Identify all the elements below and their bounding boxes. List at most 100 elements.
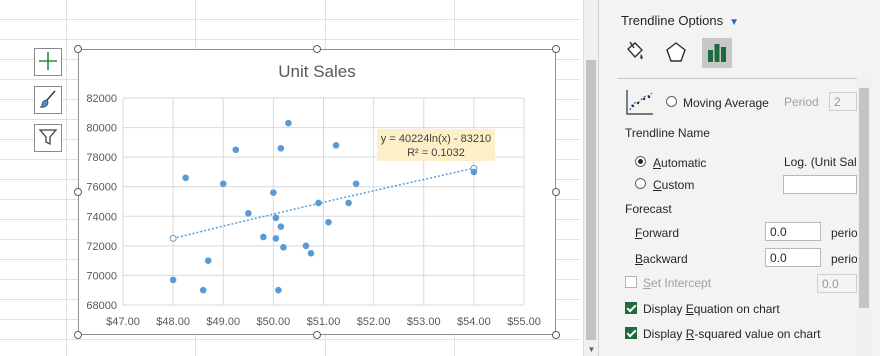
set-intercept-checkbox[interactable] [625,276,637,288]
chart-area[interactable]: Unit Sales 68000 70000 72000 74000 76000 7800… [78,49,556,335]
custom-name-input[interactable] [783,175,857,194]
resize-handle[interactable] [552,45,560,53]
x-tick-label: $55.00 [507,316,541,328]
filter-icon [38,127,58,150]
scatter-plot: 68000 70000 72000 74000 76000 78000 80000 82000… [86,93,541,328]
data-point [325,218,332,226]
y-tick-label: 82000 [86,93,117,105]
forward-unit: perio [831,226,858,240]
moving-average-label: Moving Average [683,96,769,110]
brush-icon [38,89,58,112]
pentagon-icon [664,40,688,67]
data-point [345,199,352,207]
y-tick-label: 76000 [86,182,117,194]
chart-filters-button[interactable] [34,124,62,152]
display-r-squared-checkbox[interactable] [625,327,637,339]
data-point [285,119,292,127]
y-tick-label: 70000 [86,270,117,282]
bar-chart-icon [705,40,729,67]
y-tick-label: 78000 [86,152,117,164]
x-tick-label: $50.00 [257,316,291,328]
pane-divider [617,78,857,79]
forward-label: Forward [635,226,680,240]
pane-title[interactable]: Trendline Options ▼ [621,13,739,28]
data-point [245,210,252,217]
format-trendline-pane: Trendline Options ▼ Moving Average Period… [598,0,880,356]
forward-input[interactable]: 0.0 [765,222,821,241]
fill-line-tab[interactable] [619,38,649,68]
x-tick-label: $54.00 [457,316,491,328]
data-point [272,235,280,242]
data-point [270,189,277,196]
x-tick-label: $51.00 [307,316,341,328]
data-point [277,223,285,230]
data-point [204,257,212,264]
sheet-vertical-scrollbar[interactable]: ▼ [583,0,598,356]
resize-handle[interactable] [74,331,82,339]
scroll-down-arrow-icon[interactable]: ▼ [584,344,599,356]
data-point [260,233,267,241]
set-intercept-label: Set Intercept [643,276,712,290]
custom-label: Custom [653,178,695,192]
forecast-heading: Forecast [625,202,672,216]
period-spinner[interactable]: 2 [829,92,857,111]
x-tick-label: $53.00 [407,316,441,328]
data-point [277,144,285,152]
x-tick-label: $49.00 [206,316,240,328]
moving-average-radio[interactable] [666,96,677,107]
scrollbar-thumb[interactable] [586,60,596,340]
backward-label: Backward [635,252,688,266]
resize-handle[interactable] [313,331,321,339]
resize-handle[interactable] [552,188,560,196]
x-tick-label: $48.00 [156,316,190,328]
data-point [352,180,360,188]
worksheet-grid[interactable]: Unit Sales 68000 70000 72000 74000 76000 7800… [0,0,580,356]
moving-average-icon [625,88,655,119]
x-tick-label: $52.00 [357,316,391,328]
data-point [199,286,207,294]
trendline-options-tab[interactable] [702,38,732,68]
y-tick-label: 68000 [86,300,117,312]
resize-handle[interactable] [552,331,560,339]
chart-elements-button[interactable] [34,48,62,76]
plus-icon [38,51,58,74]
data-point [307,249,315,257]
y-tick-label: 80000 [86,123,117,135]
data-point [275,286,282,294]
automatic-radio[interactable] [635,156,646,167]
chart-styles-button[interactable] [34,86,62,114]
backward-unit: perio [831,252,858,266]
trendline-r-squared: R² = 0.1032 [407,147,465,159]
period-label: Period [784,95,819,109]
y-tick-label: 72000 [86,241,117,253]
set-intercept-input[interactable]: 0.0 [817,274,857,293]
backward-input[interactable]: 0.0 [765,248,821,267]
pane-scrollbar[interactable] [857,78,871,356]
data-point [169,276,177,284]
trendline-handle [169,234,177,242]
trendline-name-heading: Trendline Name [625,126,710,140]
effects-tab[interactable] [661,38,691,68]
data-point [280,244,287,251]
chevron-down-icon[interactable]: ▼ [729,17,739,28]
trendline-equation: y = 40224ln(x) - 83210 [381,133,491,145]
data-point [272,214,280,222]
y-tick-label: 74000 [86,211,117,223]
data-point [182,174,189,182]
display-equation-checkbox[interactable] [625,302,637,314]
automatic-label: Automatic [653,156,707,170]
pane-scrollbar-thumb[interactable] [859,88,869,308]
resize-handle[interactable] [74,45,82,53]
display-r-squared-label: Display R-squared value on chart [643,327,821,341]
data-point [332,142,340,149]
resize-handle[interactable] [74,188,82,196]
x-tick-label: $47.00 [106,316,140,328]
display-equation-label: Display Equation on chart [643,302,780,316]
data-point [302,242,310,250]
data-point [470,168,478,176]
data-point [232,146,240,154]
resize-handle[interactable] [313,45,321,53]
automatic-name-value: Log. (Unit Sale [784,155,856,169]
paint-bucket-icon [622,40,646,67]
custom-radio[interactable] [635,178,646,189]
